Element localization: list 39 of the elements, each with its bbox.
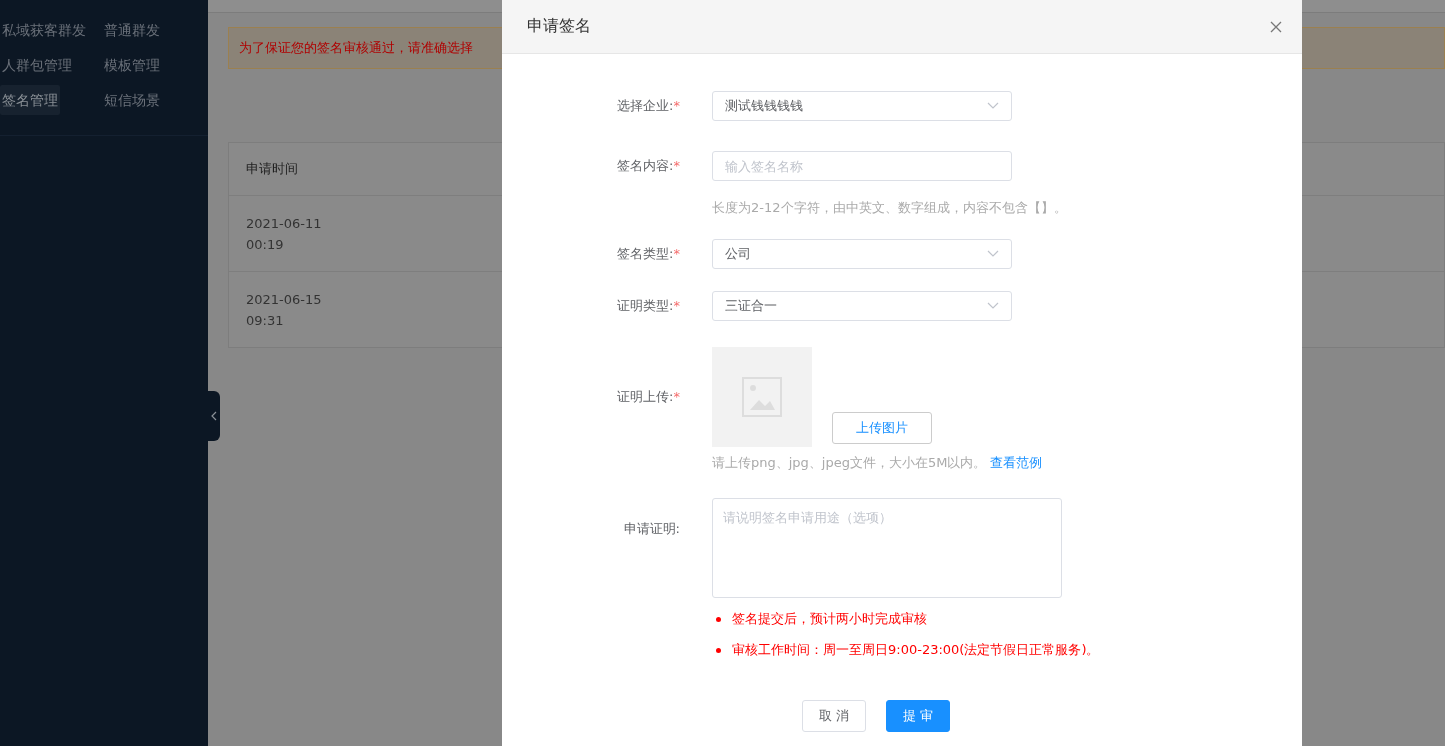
upload-button[interactable]: 上传图片: [832, 412, 932, 444]
sidebar-item[interactable]: 人群包管理: [0, 50, 74, 80]
sidebar-item[interactable]: 短信场景: [102, 85, 162, 115]
table-cell-text: 2021-06-11: [246, 214, 322, 233]
dropdown-caret-icon: [987, 302, 999, 310]
example-link[interactable]: 查看范例: [990, 455, 1043, 470]
sidebar-item[interactable]: 普通群发: [102, 15, 162, 45]
select-field[interactable]: 测试钱钱钱钱: [712, 91, 1012, 121]
sidebar-item[interactable]: 私域获客群发: [0, 15, 88, 45]
bullet-icon: [716, 616, 721, 622]
sidebar-item[interactable]: 模板管理: [102, 50, 162, 80]
cancel-button[interactable]: 取 消: [802, 700, 866, 732]
table-cell-text: 2021-06-15: [246, 290, 322, 309]
field-label: 选择企业:*: [616, 97, 680, 115]
submit-button[interactable]: 提 审: [886, 700, 950, 732]
collapse-handle[interactable]: [208, 391, 220, 441]
dialog-title: 申请签名: [527, 16, 591, 37]
field-label: 签名内容:*: [616, 157, 680, 175]
select-field[interactable]: 三证合一: [712, 291, 1012, 321]
alert-text: 为了保证您的签名审核通过，请准确选择: [239, 39, 473, 57]
table-cell-text: 00:19: [246, 235, 284, 254]
sidebar-item[interactable]: 签名管理: [0, 85, 60, 115]
hint-text: 长度为2-12个字符，由中英文、数字组成，内容不包含【】。: [712, 199, 1068, 217]
select-field[interactable]: 公司: [712, 239, 1012, 269]
note-text: 签名提交后，预计两小时完成审核: [732, 610, 927, 628]
dropdown-caret-icon: [987, 250, 999, 258]
input-field[interactable]: 输入签名名称: [712, 151, 1012, 181]
field-label: 签名类型:*: [616, 245, 680, 263]
field-label: 证明上传:*: [616, 388, 680, 406]
chevron-left-icon: [211, 411, 217, 421]
bullet-icon: [716, 647, 721, 653]
close-icon[interactable]: [1270, 20, 1282, 33]
field-label: 证明类型:*: [616, 297, 680, 315]
dropdown-caret-icon: [987, 102, 999, 110]
note-text: 审核工作时间：周一至周日9:00-23:00(法定节假日正常服务)。: [732, 641, 1100, 659]
table-cell-text: 09:31: [246, 311, 284, 330]
textarea-field[interactable]: 请说明签名申请用途（选项）: [712, 498, 1062, 598]
field-label: 申请证明:: [622, 520, 680, 538]
hint-text: 请上传png、jpg、jpeg文件，大小在5M以内。 查看范例: [712, 454, 1044, 472]
